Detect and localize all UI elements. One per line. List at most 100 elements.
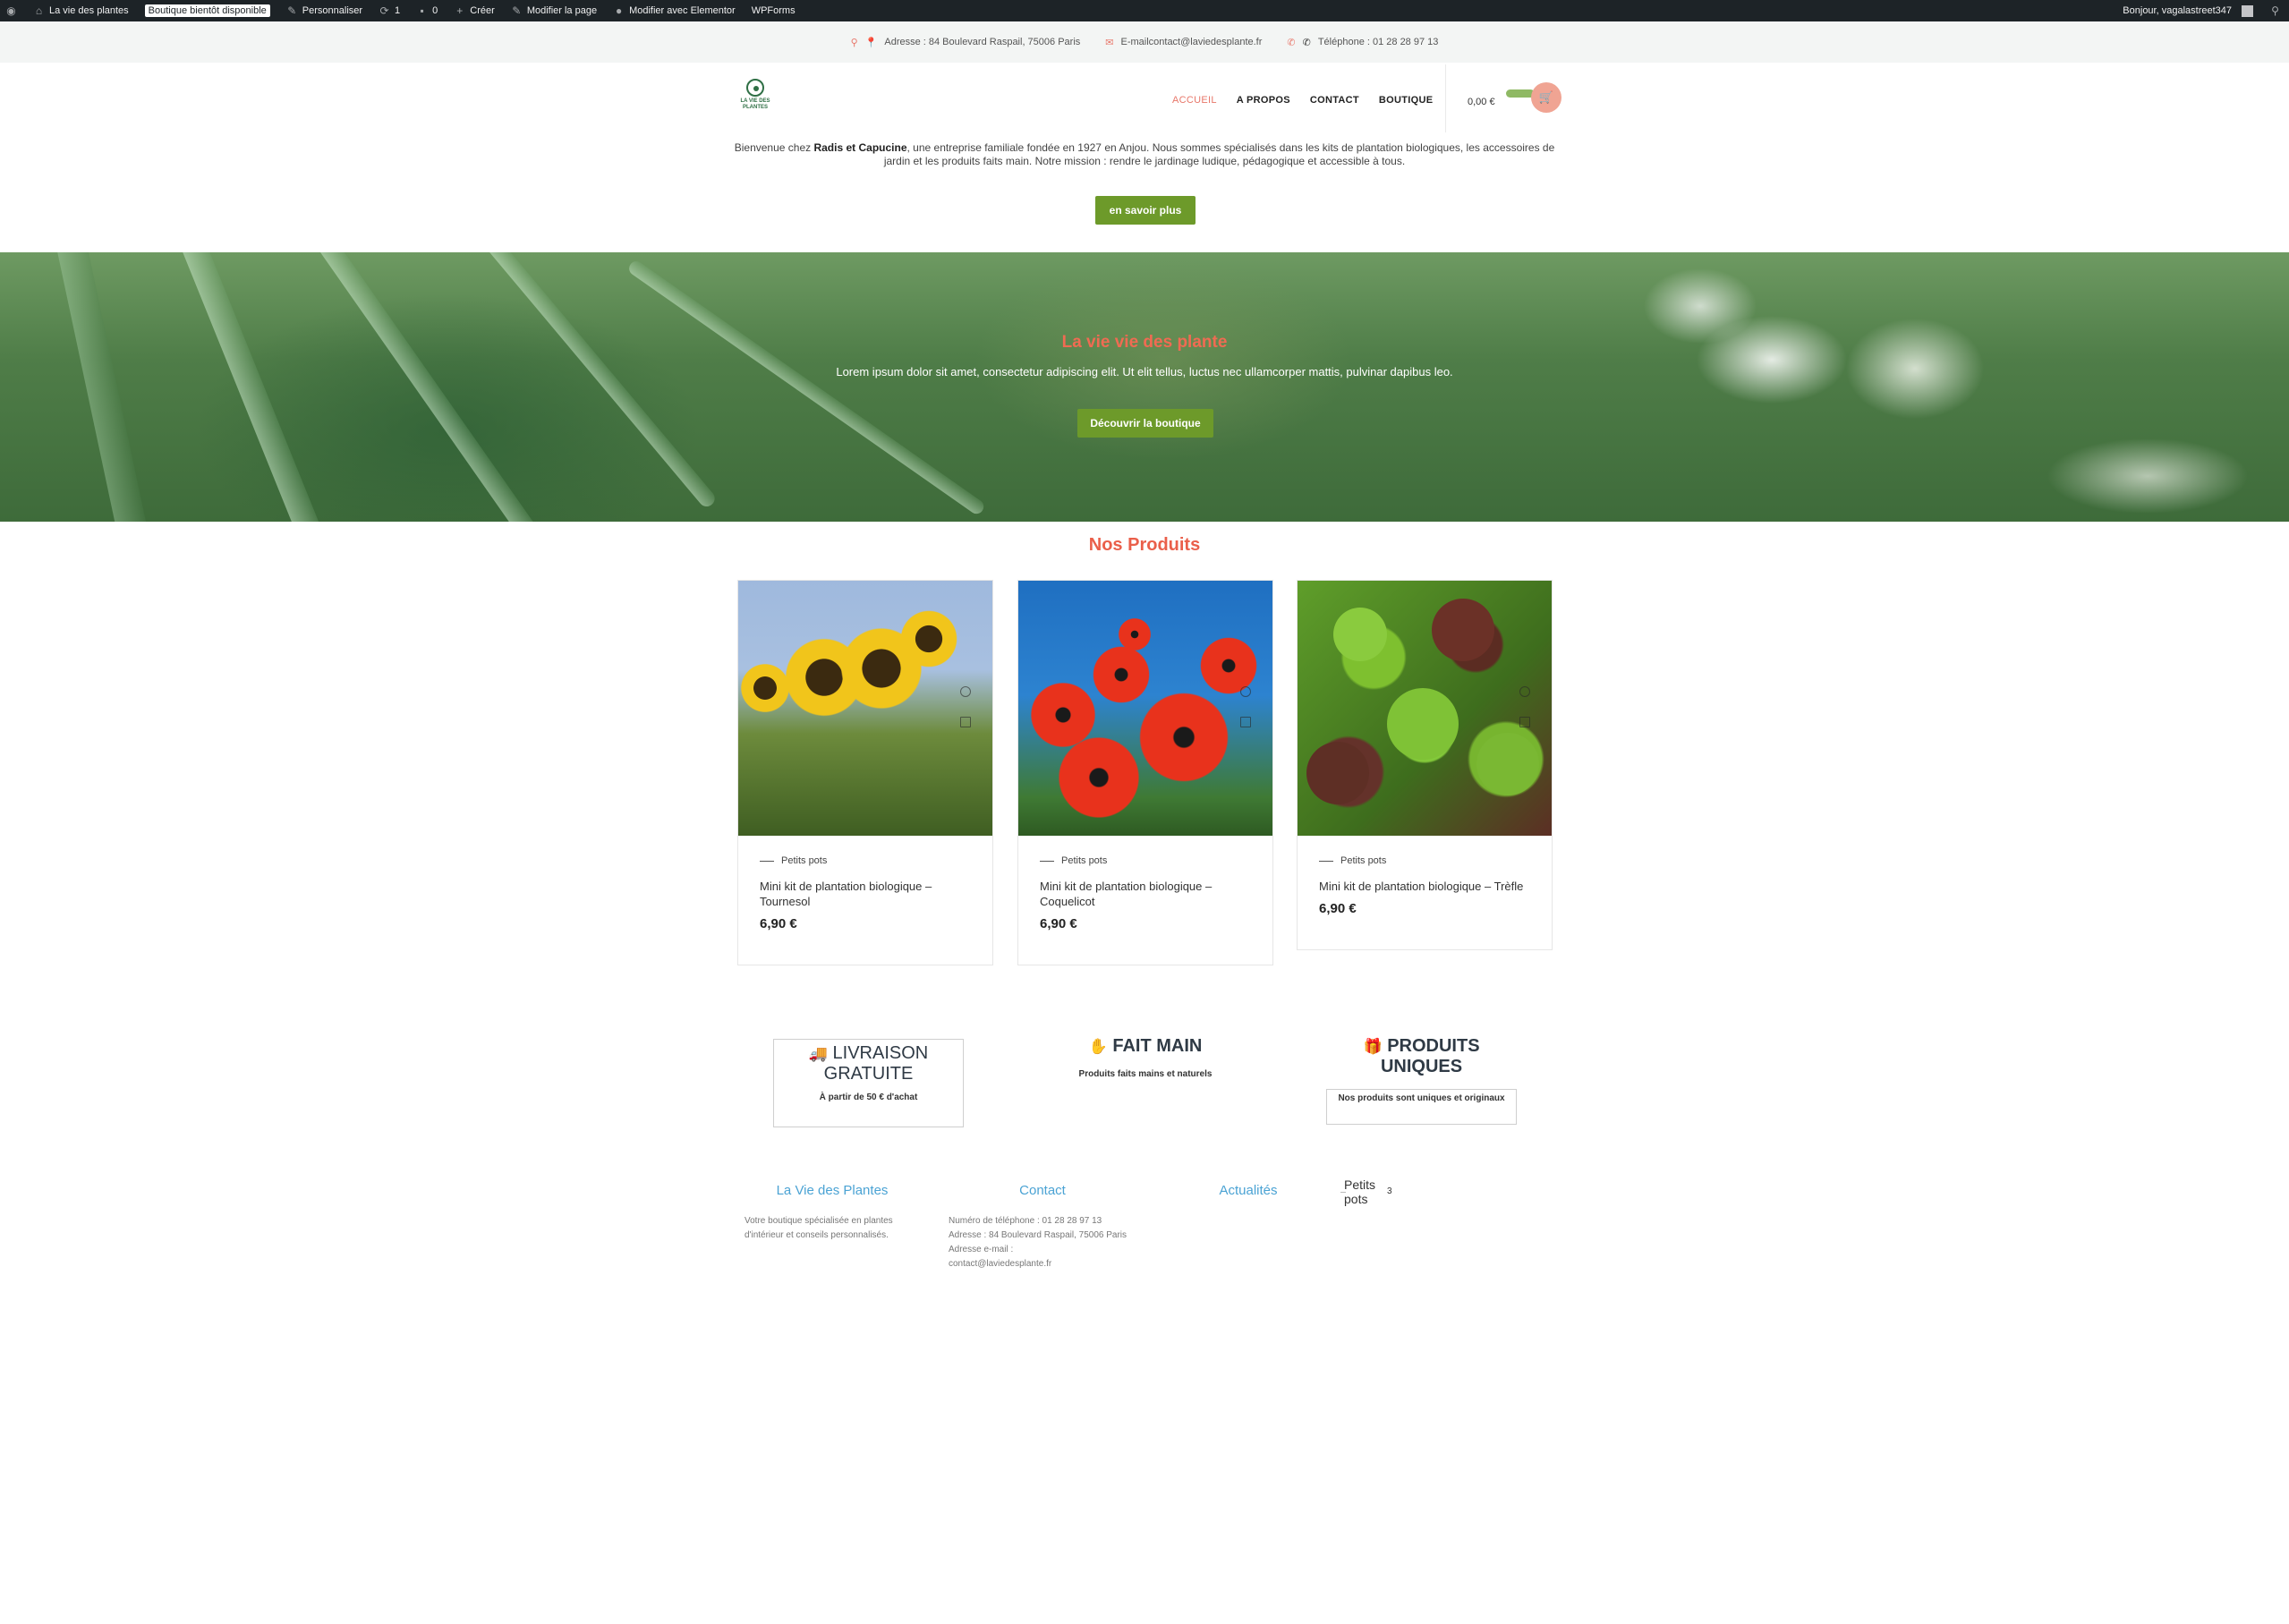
product-card[interactable]: Petits pots Mini kit de plantation biolo… [737,580,993,965]
clover-shape [1476,733,1539,795]
contact-info-bar: ⚲ 📍 Adresse : 84 Boulevard Raspail, 75006 … [0,21,2289,63]
cart-button[interactable]: 🛒 [1531,82,1561,113]
hero-leaf-blade [295,252,558,522]
site-logo[interactable]: LA VIE DES PLANTES [737,79,773,118]
email-info[interactable]: ✉ E-mailcontact@laviedesplante.fr [1105,37,1262,48]
category-count: 3 [1387,1186,1392,1196]
search-icon: ⚲ [2271,4,2279,17]
product-image-clover[interactable] [1298,581,1552,836]
feature-free-delivery: 🚚 LIVRAISON GRATUITE À partir de 50 € d'… [773,1039,964,1127]
cart-total[interactable]: 0,00 € [1468,97,1495,107]
comment-icon: ▪ [420,4,424,17]
products-title: Nos Produits [1088,535,1201,555]
admin-site-name[interactable]: ⌂ La vie des plantes [25,0,137,21]
footer-news-title[interactable]: Actualités [1190,1183,1306,1198]
brand-name: Radis et Capucine [813,141,907,154]
admin-search[interactable]: ⚲ [2261,0,2289,21]
add-to-cart-icon[interactable] [960,717,971,727]
brush-icon: ✎ [287,4,297,17]
product-category[interactable]: Petits pots [760,855,971,866]
feature-unique-products: 🎁 PRODUITS UNIQUES Nos produits sont uni… [1326,1036,1517,1125]
coming-soon-badge[interactable]: Boutique bientôt disponible [137,0,278,21]
nav-contact[interactable]: CONTACT [1310,95,1359,106]
header-divider [1445,64,1446,132]
clover-shape [1333,608,1387,661]
product-name[interactable]: Mini kit de plantation biologique – Coqu… [1040,879,1251,909]
hand-icon: ✋ [1088,1038,1108,1055]
poppy-shape [1090,643,1153,706]
hero-title: La vie vie des plante [1061,333,1228,352]
wordpress-logo-icon[interactable]: ◉ [0,0,25,21]
clover-shape [1387,688,1459,760]
product-category[interactable]: Petits pots [1040,855,1251,866]
poppy-shape [1054,733,1144,822]
product-image-poppy[interactable] [1018,581,1272,836]
product-price: 6,90 € [1040,916,1077,931]
add-to-cart-icon[interactable] [1240,717,1251,727]
clover-shape [1432,599,1494,661]
product-image-sunflower[interactable] [738,581,992,836]
footer-about-title: La Vie des Plantes [776,1183,889,1198]
product-card[interactable]: Petits pots Mini kit de plantation biolo… [1017,580,1273,965]
map-pin-icon: ⚲ [850,37,858,48]
nav-boutique[interactable]: BOUTIQUE [1379,95,1433,106]
admin-wpforms[interactable]: WPForms [744,0,804,21]
sunflower-shape [898,608,960,670]
main-nav: ACCUEIL A PROPOS CONTACT BOUTIQUE [1172,95,1433,106]
phone-handset-icon: ✆ [1302,37,1311,48]
product-card[interactable]: Petits pots Mini kit de plantation biolo… [1297,580,1553,950]
product-category[interactable]: Petits pots [1319,855,1530,866]
zoom-icon[interactable] [1519,686,1530,697]
learn-more-button[interactable]: en savoir plus [1095,196,1196,225]
pencil-icon: ✎ [512,4,522,17]
sunflower-shape [738,661,792,715]
cart-icon: 🛒 [1538,90,1554,104]
product-name[interactable]: Mini kit de plantation biologique – Tour… [760,879,971,909]
footer-about: La Vie des Plantes Votre boutique spécia… [745,1183,920,1243]
footer-category-link[interactable]: Petits pots 3 [1340,1178,1392,1206]
hero-banner: La vie vie des plante Lorem ipsum dolor … [0,252,2289,522]
product-price: 6,90 € [1319,901,1357,916]
admin-edit-elementor[interactable]: ● Modifier avec Elementor [605,0,744,21]
leaf-logo-icon [746,79,764,97]
poppy-shape [1197,634,1260,697]
address-info: ⚲ 📍 Adresse : 84 Boulevard Raspail, 75006 … [850,37,1081,48]
poppy-shape [1135,688,1233,786]
footer-email-link[interactable]: contact@laviedesplante.fr [949,1257,1136,1271]
refresh-icon: ⟳ [379,4,389,17]
nav-accueil[interactable]: ACCUEIL [1172,95,1217,106]
shop-button[interactable]: Découvrir la boutique [1077,409,1213,438]
home-icon: ⌂ [35,4,43,17]
hero-text: Lorem ipsum dolor sit amet, consectetur … [836,365,1453,378]
gift-icon: 🎁 [1363,1038,1383,1055]
feature-handmade: ✋ FAIT MAIN Produits faits mains et natu… [1078,1036,1213,1079]
footer-about-text: Votre boutique spécialisée en plantes d'… [745,1216,893,1240]
admin-edit-page[interactable]: ✎ Modifier la page [503,0,605,21]
hero-leaf-blade [54,252,174,522]
intro-text: Bienvenue chez Radis et Capucine, une en… [734,141,1555,167]
admin-comments[interactable]: ▪ 0 [408,0,446,21]
add-to-cart-icon[interactable] [1519,717,1530,727]
footer-contact-details: Numéro de téléphone : 01 28 28 97 13 Adr… [949,1214,1136,1271]
admin-new[interactable]: + Créer [446,0,503,21]
product-name[interactable]: Mini kit de plantation biologique – Trèf… [1319,879,1530,894]
admin-bar: ◉ ⌂ La vie des plantes Boutique bientôt d… [0,0,2289,21]
plus-icon: + [456,4,464,17]
site-header: LA VIE DES PLANTES ACCUEIL A PROPOS CONT… [0,63,2289,140]
elementor-icon: ● [615,4,623,17]
envelope-icon: ✉ [1105,37,1114,48]
clover-shape [1306,742,1369,804]
zoom-icon[interactable] [1240,686,1251,697]
pin-icon: 📍 [864,37,878,48]
footer-contact-title: Contact [1019,1183,1066,1198]
hero-leaf-blade [161,252,345,522]
footer-contact: Contact Numéro de téléphone : 01 28 28 9… [949,1183,1136,1271]
product-price: 6,90 € [760,916,797,931]
admin-customize[interactable]: ✎ Personnaliser [278,0,370,21]
nav-a-propos[interactable]: A PROPOS [1237,95,1290,106]
admin-updates[interactable]: ⟳ 1 [370,0,408,21]
phone-icon: ✆ [1287,37,1296,48]
zoom-icon[interactable] [960,686,971,697]
phone-info[interactable]: ✆ ✆ Téléphone : 01 28 28 97 13 [1287,37,1438,48]
admin-account[interactable]: Bonjour, vagalastreet347 [2117,0,2261,21]
